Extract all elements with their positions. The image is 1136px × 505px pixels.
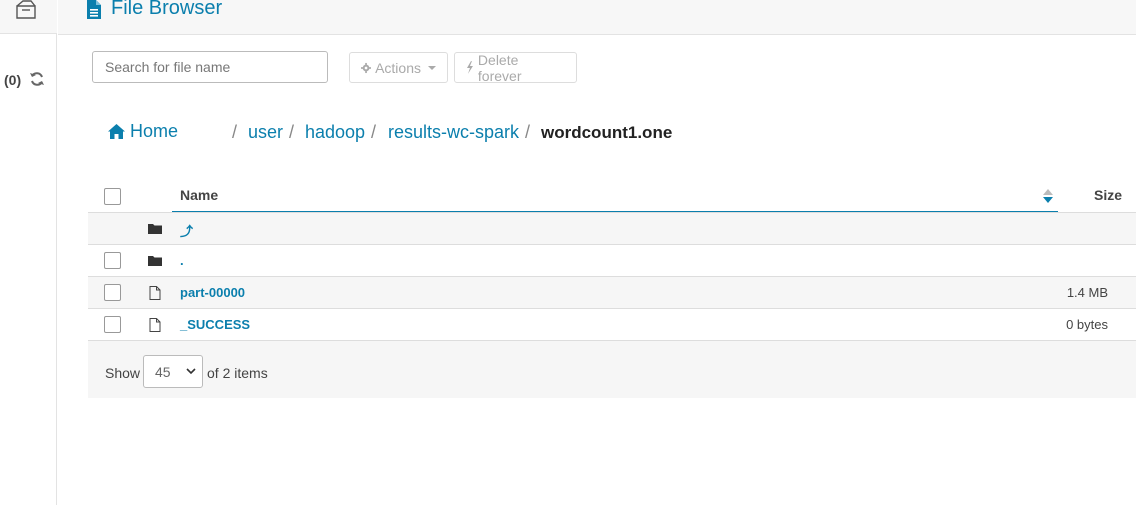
folder-icon [148,224,162,234]
file-table: Name Size ⤴ . part-00000 1.4 MB _SUCCESS… [88,178,1136,341]
page-title: File Browser [111,0,223,19]
folder-icon [148,256,162,266]
file-outline-icon [149,318,161,332]
table-row[interactable]: . [88,245,1136,277]
breadcrumb-item-results-wc-spark[interactable]: results-wc-spark [388,122,519,143]
file-icon [87,0,101,19]
breadcrumb-separator: / [232,122,238,142]
delete-forever-label: Delete forever [477,51,522,84]
gear-icon [361,62,372,73]
delete-forever-button[interactable]: Delete forever [454,51,577,84]
page-size-select[interactable]: 45 [143,355,203,388]
chevron-down-icon [186,368,196,375]
file-name-link[interactable]: _SUCCESS [180,317,250,332]
breadcrumb-item-hadoop[interactable]: hadoop [305,122,365,143]
file-size: 1.4 MB [1066,285,1108,300]
file-name-link[interactable]: part-00000 [180,285,245,300]
table-row[interactable]: part-00000 1.4 MB [88,277,1136,309]
left-rail: (0) [0,0,57,505]
show-label: Show [105,365,141,381]
file-name-link[interactable]: ⤴ [180,221,193,240]
breadcrumb-separator: / [525,122,531,142]
column-header-name[interactable]: Name [180,187,218,203]
breadcrumb-separator: / [371,122,377,142]
column-header-size[interactable]: Size [1094,187,1122,203]
refresh-icon[interactable] [29,71,45,87]
table-header: Name Size [88,178,1136,213]
row-checkbox[interactable] [104,316,121,333]
home-icon [108,124,125,139]
breadcrumb-item-user[interactable]: user [248,122,283,143]
actions-button[interactable]: Actions [349,52,448,83]
breadcrumb-home-label: Home [130,121,179,141]
table-row[interactable]: ⤴ [88,213,1136,245]
file-name-link[interactable]: . [180,253,184,268]
file-outline-icon [149,286,161,300]
bolt-icon [466,61,473,74]
breadcrumb-current: wordcount1.one [541,123,673,142]
table-row[interactable]: _SUCCESS 0 bytes [88,309,1136,341]
sort-icon[interactable] [1042,188,1054,204]
rail-top [0,0,57,34]
jobs-count: (0) [4,72,22,88]
breadcrumb-home[interactable]: Home [108,121,178,142]
pagination-bar: Show 45 of 2 items [88,341,1136,398]
page-header: File Browser [58,0,1136,35]
select-all-checkbox[interactable] [104,188,121,205]
jobs-icon[interactable] [14,0,38,20]
breadcrumb-separator: / [289,122,295,142]
file-size: 0 bytes [1066,317,1108,332]
search-input[interactable] [92,51,328,83]
page-size-value: 45 [155,363,171,380]
caret-down-icon [428,65,436,70]
item-count: of 2 items [207,365,268,381]
row-checkbox[interactable] [104,252,121,269]
row-checkbox[interactable] [104,284,121,301]
actions-label: Actions [375,59,421,76]
